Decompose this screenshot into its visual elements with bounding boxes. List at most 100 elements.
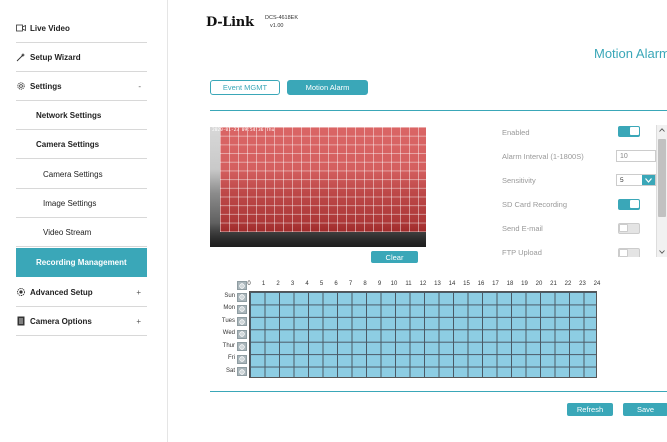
- camera-timestamp: 2020-01-23 09:54:36 Thu: [212, 128, 275, 133]
- document-icon: [16, 316, 26, 326]
- sidebar-item-label: Image Settings: [43, 198, 97, 208]
- schedule-hour-label: 2: [276, 281, 280, 287]
- schedule-hour-label: 16: [477, 281, 485, 287]
- enabled-label: Enabled: [502, 127, 530, 137]
- sidebar-item-label: Video Stream: [43, 227, 92, 237]
- page-title: Motion Alarm: [594, 46, 667, 61]
- chevron-down-icon: [642, 175, 655, 185]
- sidebar-item-label: Recording Management: [36, 258, 127, 267]
- schedule-day-label: Mon: [223, 305, 235, 312]
- advanced-gear-icon: [16, 287, 26, 297]
- sidebar-item-label: Network Settings: [36, 110, 102, 120]
- toggle-knob: [630, 200, 639, 208]
- scroll-up-icon[interactable]: [657, 125, 667, 135]
- schedule-hour-label: 7: [348, 281, 353, 287]
- schedule-hour-label: 15: [463, 281, 470, 287]
- sidebar-item-label: Settings: [30, 81, 62, 91]
- select-day-icon[interactable]: [237, 292, 247, 302]
- sensitivity-label: Sensitivity: [502, 175, 536, 185]
- sd-card-label: SD Card Recording: [502, 199, 568, 209]
- schedule-hour-label: 11: [405, 281, 412, 287]
- sidebar-item-label: Live Video: [30, 23, 70, 33]
- sidebar-item-live-video[interactable]: Live Video: [16, 14, 147, 43]
- clear-button[interactable]: Clear: [371, 251, 418, 263]
- schedule-day-label: Wed: [222, 330, 235, 337]
- schedule-hour-label: 24: [593, 281, 601, 287]
- sensitivity-select[interactable]: 5: [616, 174, 656, 186]
- select-day-icon[interactable]: [237, 367, 247, 377]
- scroll-down-icon[interactable]: [657, 247, 667, 257]
- send-email-toggle[interactable]: [618, 223, 640, 234]
- schedule-hour-label: 10: [390, 281, 398, 287]
- sidebar-item-setup-wizard[interactable]: Setup Wizard: [16, 43, 147, 72]
- tab-event-mgmt[interactable]: Event MGMT: [210, 80, 280, 95]
- sidebar-subitem-camera-settings[interactable]: Camera Settings: [16, 160, 147, 189]
- ftp-upload-label: FTP Upload: [502, 247, 542, 257]
- expand-indicator[interactable]: +: [136, 317, 141, 326]
- sidebar-item-settings[interactable]: Settings -: [16, 72, 147, 101]
- schedule-hour-label: 0: [247, 281, 251, 287]
- schedule-hour-label: 18: [506, 281, 514, 287]
- schedule-hour-label: 22: [564, 281, 572, 287]
- sidebar-item-network-settings[interactable]: Network Settings: [16, 101, 147, 130]
- schedule-hour-label: 6: [334, 281, 338, 287]
- sidebar: Live Video Setup Wizard Settings - Netwo…: [0, 0, 168, 442]
- refresh-button[interactable]: Refresh: [567, 403, 613, 416]
- sidebar-item-label: Camera Options: [30, 316, 92, 326]
- sensitivity-value: 5: [620, 176, 624, 184]
- model-info: DCS-4618EK v1.00: [265, 14, 298, 30]
- schedule-hour-label: 14: [448, 281, 456, 287]
- toggle-knob: [619, 249, 628, 257]
- divider: [210, 110, 667, 111]
- schedule-hour-label: 13: [434, 281, 441, 287]
- schedule-day-label: Sun: [224, 293, 235, 299]
- camera-preview[interactable]: 2020-01-23 09:54:36 Thu: [210, 127, 426, 247]
- schedule-day-label: Tues: [221, 317, 235, 324]
- motion-settings-panel: Enabled Alarm Interval (1-1800S) 10 Sens…: [500, 119, 667, 257]
- divider: [210, 391, 667, 392]
- sidebar-item-camera-settings[interactable]: Camera Settings: [16, 130, 147, 159]
- toggle-knob: [630, 127, 639, 135]
- schedule-hour-label: 21: [550, 281, 557, 287]
- select-day-icon[interactable]: [237, 354, 247, 364]
- sidebar-item-recording-management[interactable]: Recording Management: [16, 248, 147, 277]
- ftp-upload-toggle[interactable]: [618, 248, 640, 257]
- sd-card-toggle[interactable]: [618, 199, 640, 210]
- select-day-icon[interactable]: [237, 329, 247, 339]
- save-button[interactable]: Save: [623, 403, 667, 416]
- motion-detection-grid[interactable]: [220, 127, 426, 232]
- schedule-hour-label: 8: [363, 281, 367, 287]
- toggle-knob: [619, 224, 628, 232]
- schedule-hour-label: 20: [535, 281, 543, 287]
- select-day-icon[interactable]: [237, 342, 247, 352]
- brand-logo: D-Link: [206, 15, 254, 30]
- enabled-toggle[interactable]: [618, 126, 640, 137]
- firmware-version: v1.00: [270, 23, 284, 29]
- select-day-icon[interactable]: [237, 317, 247, 327]
- sidebar-item-label: Advanced Setup: [30, 287, 93, 297]
- sidebar-item-label: Setup Wizard: [30, 52, 81, 62]
- sidebar-item-camera-options[interactable]: Camera Options +: [16, 307, 147, 336]
- schedule-hour-label: 12: [419, 281, 427, 287]
- video-icon: [16, 23, 26, 33]
- schedule-day-label: Sat: [225, 367, 235, 374]
- send-email-label: Send E-mail: [502, 223, 543, 233]
- schedule-grid[interactable]: [249, 291, 597, 378]
- tab-motion-alarm[interactable]: Motion Alarm: [287, 80, 368, 95]
- collapse-indicator[interactable]: -: [138, 82, 141, 91]
- select-day-icon[interactable]: [237, 304, 247, 314]
- interval-label: Alarm Interval (1-1800S): [502, 151, 584, 161]
- schedule-hour-label: 19: [521, 281, 528, 287]
- model-name: DCS-4618EK: [265, 15, 299, 21]
- sidebar-item-label: Camera Settings: [43, 169, 103, 179]
- settings-scrollbar[interactable]: [656, 125, 667, 257]
- alarm-interval-input[interactable]: 10: [616, 150, 656, 162]
- sidebar-item-advanced-setup[interactable]: Advanced Setup +: [16, 278, 147, 307]
- scrollbar-thumb[interactable]: [658, 139, 666, 217]
- schedule-hour-label: 5: [319, 281, 324, 287]
- sidebar-subitem-image-settings[interactable]: Image Settings: [16, 189, 147, 218]
- wand-icon: [16, 52, 26, 62]
- schedule-day-label: Thur: [222, 342, 235, 349]
- sidebar-subitem-video-stream[interactable]: Video Stream: [16, 218, 147, 247]
- expand-indicator[interactable]: +: [136, 288, 141, 297]
